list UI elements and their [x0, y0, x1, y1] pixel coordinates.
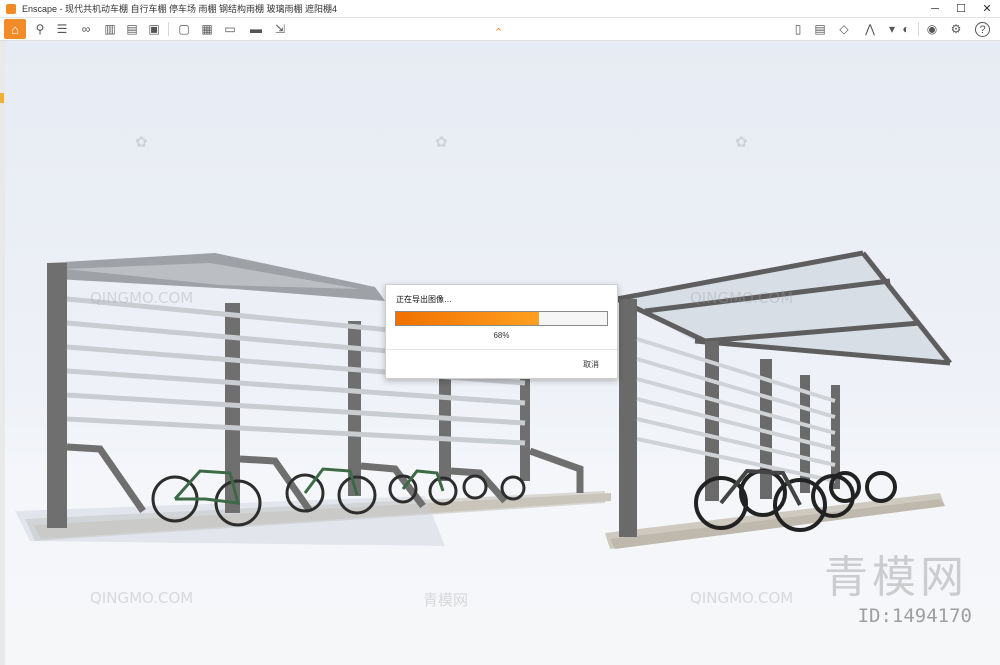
toolbar-separator [168, 22, 169, 36]
watermark-logo: ✿ [435, 133, 448, 151]
window-controls: ─ ☐ ✕ [922, 0, 1000, 17]
close-button[interactable]: ✕ [974, 0, 1000, 17]
feedback-icon[interactable]: ◉ [924, 21, 940, 37]
minimize-button[interactable]: ─ [922, 0, 948, 17]
window-title: Enscape - 现代共机动车棚 自行车棚 停车场 雨棚 钢结构雨棚 玻璃雨棚… [22, 4, 338, 14]
export-progress-bar [395, 311, 608, 326]
watermark-text-en: QINGMO.COM [90, 589, 194, 607]
panorama-icon[interactable]: ▭ [222, 21, 238, 37]
progress-fill [396, 312, 540, 325]
watermark-text-en: QINGMO.COM [690, 289, 794, 307]
watermark-text-cn: 青模网 [423, 591, 469, 609]
enscape-window: Enscape - 现代共机动车棚 自行车棚 停车场 雨棚 钢结构雨棚 玻璃雨棚… [0, 0, 1000, 665]
sun-icon[interactable]: ▤ [124, 21, 140, 37]
home-icon[interactable]: ⌂ [4, 19, 26, 39]
settings-icon[interactable]: ⚙ [948, 21, 964, 37]
export-progress-dialog: 正在导出图像… 68% 取消 [385, 284, 618, 379]
asset-library-icon[interactable]: ▯ [790, 21, 806, 37]
video-editor-icon[interactable]: ▤ [812, 21, 828, 37]
dialog-divider [386, 349, 617, 350]
dialog-title: 正在导出图像… [396, 295, 452, 304]
title-bar: Enscape - 现代共机动车棚 自行车棚 停车场 雨棚 钢结构雨棚 玻璃雨棚… [0, 0, 1000, 18]
watermark-logo: ✿ [735, 133, 748, 151]
maximize-button[interactable]: ☐ [948, 0, 974, 17]
render-export-icon[interactable]: ⇲ [272, 21, 288, 37]
collapse-toolbar-chevron-icon[interactable]: ⌃ [494, 26, 503, 39]
buildings-icon[interactable]: ▥ [102, 21, 118, 37]
watermark-id: ID:1494170 [857, 605, 972, 627]
video-path-icon[interactable]: ☰ [54, 21, 70, 37]
progress-percent-label: 68% [493, 331, 510, 340]
watermark-text-en: QINGMO.COM [90, 289, 194, 307]
export-icon[interactable]: ▦ [199, 21, 215, 37]
watermark-brand-large: 青模网 [824, 552, 968, 603]
help-icon[interactable]: ? [975, 22, 990, 37]
toolbar-separator [918, 22, 919, 36]
enscape-logo-icon [6, 3, 16, 14]
cancel-button[interactable]: 取消 [583, 359, 599, 370]
vr-headset-icon[interactable]: ▬ [248, 21, 264, 37]
screenshot-icon[interactable]: ▢ [176, 21, 192, 37]
clapper-icon[interactable]: ▣ [146, 21, 162, 37]
link-icon[interactable]: ⚲ [32, 21, 48, 37]
sketch-mode-icon[interactable]: ⋀ [862, 21, 878, 37]
binoculars-icon[interactable]: ∞ [78, 21, 94, 37]
view-mode-icon[interactable]: ◇ [836, 21, 852, 37]
watermark-logo: ✿ [135, 133, 148, 151]
watermark-text-en: QINGMO.COM [690, 589, 794, 607]
visual-settings-icon[interactable]: ◐ [898, 21, 914, 37]
